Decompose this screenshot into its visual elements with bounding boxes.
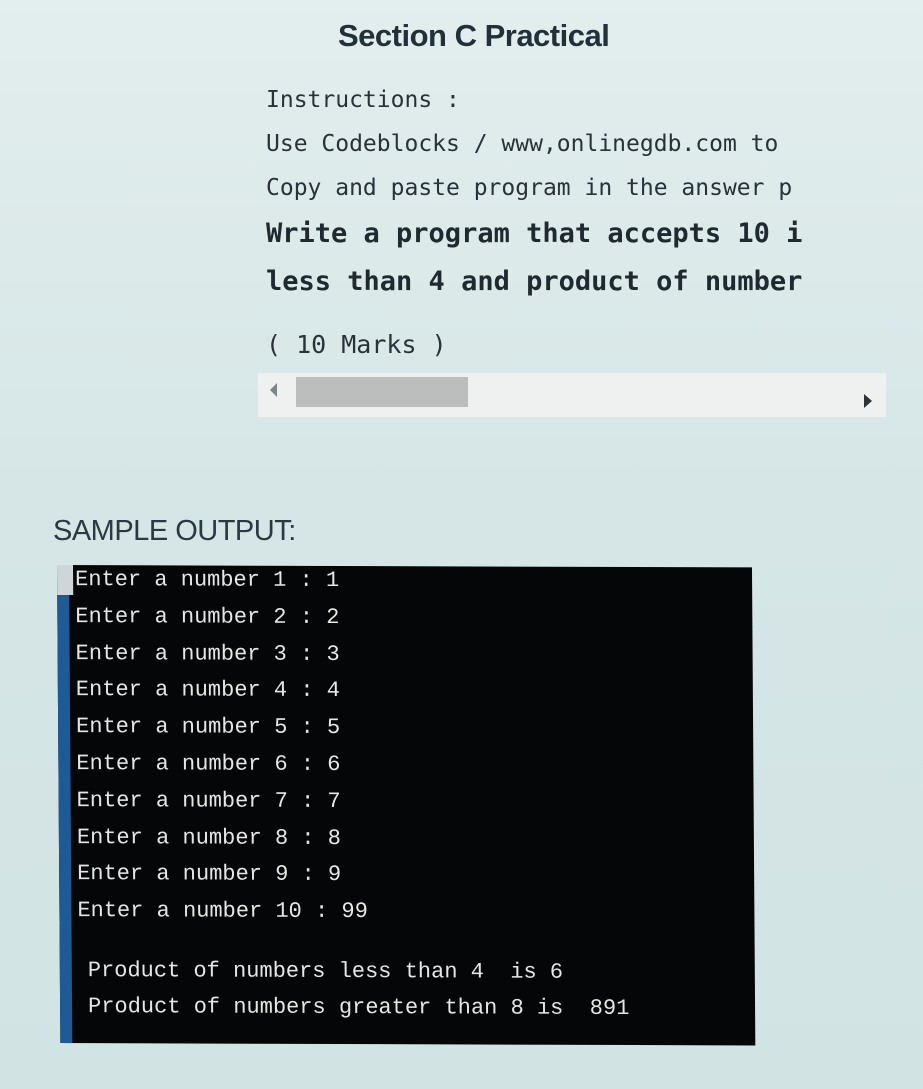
- console-result-lines: Product of numbers less than 4 is 6 Prod…: [88, 953, 630, 1027]
- console-line: Enter a number 2 : 2: [75, 602, 366, 640]
- console-prompt: Enter a number 7 :: [76, 787, 315, 814]
- console-prompt: Enter a number 5 :: [76, 714, 314, 741]
- console-prompt: Enter a number 3 :: [75, 640, 314, 667]
- console-prompt: Enter a number 8 :: [76, 824, 315, 851]
- console-input-value: 5: [326, 715, 341, 741]
- console-input-lines: Enter a number 1 : 1 Enter a number 2 : …: [75, 565, 368, 934]
- console-line: Enter a number 4 : 4: [76, 675, 367, 713]
- console-line: Enter a number 6 : 6: [76, 749, 367, 787]
- scroll-right-arrow-icon[interactable]: [864, 394, 872, 408]
- console-line: Enter a number 1 : 1: [75, 565, 366, 603]
- instructions-label: Instructions :: [266, 87, 460, 113]
- console-line: Enter a number 9 : 9: [77, 859, 368, 897]
- console-input-value: 8: [327, 825, 342, 851]
- console-line: Enter a number 7 : 7: [77, 786, 368, 824]
- console-prompt: Enter a number 9 :: [77, 861, 315, 888]
- sample-output-label: SAMPLE OUTPUT:: [53, 515, 296, 547]
- console-input-value: 99: [341, 899, 368, 925]
- console-input-value: 7: [327, 788, 341, 814]
- section-title: Section C Practical: [338, 18, 610, 53]
- scrollbar-thumb[interactable]: [296, 377, 468, 407]
- console-prompt: Enter a number 10 :: [77, 898, 329, 925]
- console-prompt: Enter a number 1 :: [75, 567, 313, 593]
- marks-label: ( 10 Marks ): [266, 330, 447, 359]
- question-prompt-line: Write a program that accepts 10 i: [266, 218, 803, 249]
- console-input-value: 4: [326, 678, 340, 704]
- console-prompt: Enter a number 2 :: [75, 603, 314, 630]
- console-input-value: 9: [327, 862, 342, 888]
- console-input-value: 1: [325, 567, 340, 593]
- console-line: Enter a number 3 : 3: [76, 639, 367, 677]
- console-output-image: Enter a number 1 : 1 Enter a number 2 : …: [57, 565, 756, 1046]
- question-prompt-line: less than 4 and product of number: [266, 266, 803, 297]
- console-input-value: 3: [326, 641, 340, 667]
- console-input-value: 6: [327, 751, 341, 777]
- console-line: Enter a number 5 : 5: [76, 712, 367, 750]
- instruction-line: Copy and paste program in the answer p: [266, 175, 793, 201]
- console-line: Enter a number 8 : 8: [77, 823, 368, 861]
- console-line: Enter a number 10 : 99: [77, 896, 368, 934]
- instruction-line: Use Codeblocks / www,onlinegdb.com to: [266, 131, 779, 157]
- question-text-box: Instructions : Use Codeblocks / www,onli…: [266, 78, 886, 370]
- console-prompt: Enter a number 4 :: [75, 677, 314, 704]
- console-result-line: Product of numbers less than 4 is 6: [87, 958, 564, 985]
- horizontal-scrollbar[interactable]: [258, 373, 886, 417]
- scroll-left-arrow-icon[interactable]: [270, 383, 277, 397]
- console-window-border: [57, 595, 73, 1044]
- console-prompt: Enter a number 6 :: [76, 751, 315, 777]
- console-input-value: 2: [326, 604, 340, 630]
- console-result-line: Product of numbers greater than 8 is 891: [87, 994, 630, 1022]
- console-edge-highlight: [57, 565, 74, 596]
